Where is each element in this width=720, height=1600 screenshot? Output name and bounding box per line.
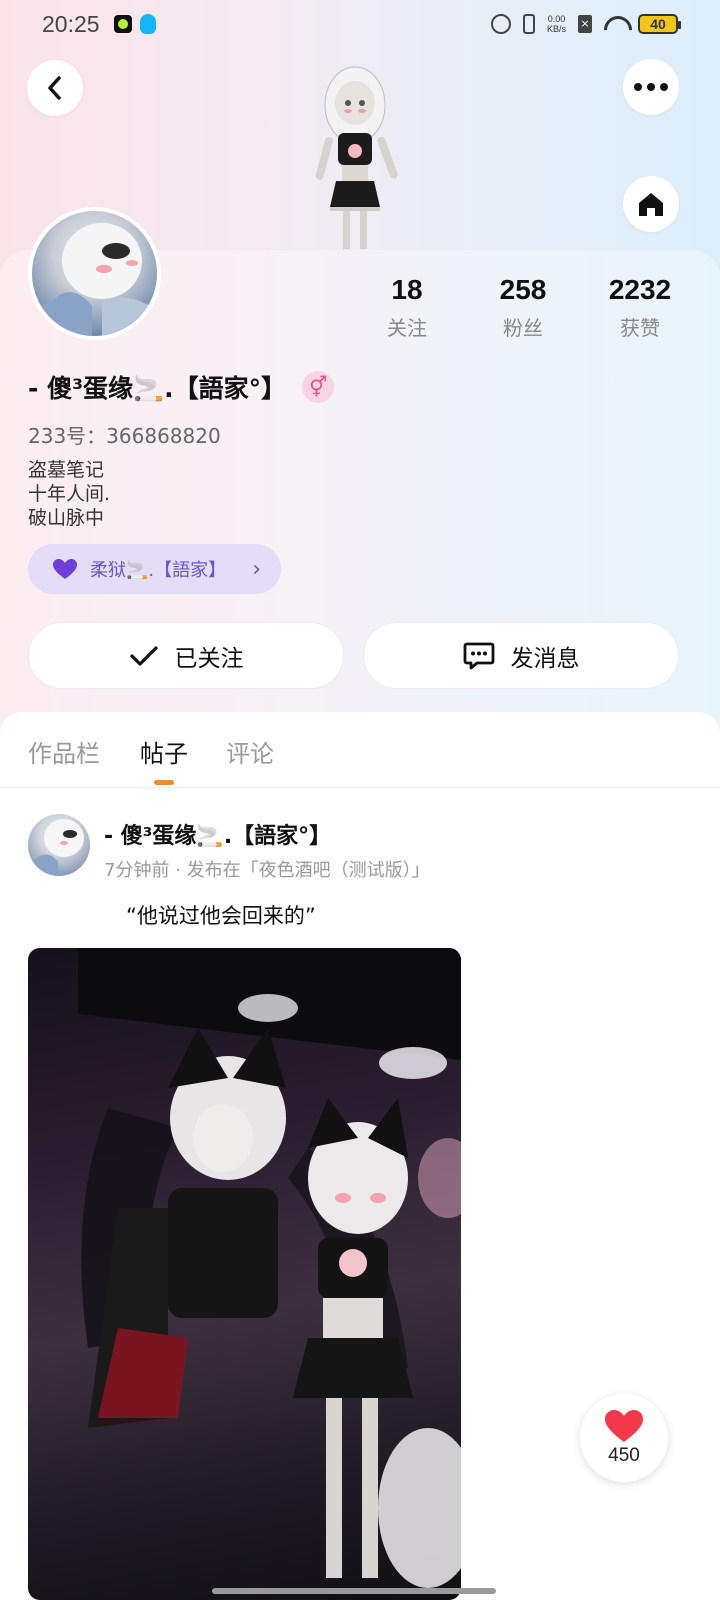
chevron-left-icon (48, 76, 61, 100)
post-artwork (78, 948, 461, 1588)
likes-received-stat[interactable]: 2232 获赞 (585, 274, 695, 341)
chevron-right-icon: › (252, 556, 261, 582)
like-count: 450 (608, 1445, 640, 1466)
app-notification-icon (113, 15, 132, 33)
network-speed: 0.00 KB/s (546, 14, 566, 34)
username-row: - 傻³蛋缘🚬.【語家°】 ⚥ (28, 369, 335, 405)
chat-bubble-icon (463, 641, 495, 671)
home-button[interactable] (623, 176, 679, 232)
username: - 傻³蛋缘🚬.【語家°】 (28, 374, 287, 403)
content-tabs: 作品栏 帖子 评论 (0, 712, 720, 788)
back-button[interactable] (27, 60, 83, 116)
club-name: 柔狱🚬.【語家】 (90, 560, 227, 581)
active-tab-indicator (154, 780, 174, 785)
status-bar: 20:25 0.00 KB/s × 40 (0, 0, 720, 48)
home-icon (639, 193, 663, 216)
status-time: 20:25 (42, 10, 100, 37)
avatar-image (32, 223, 157, 336)
post-text: “他说过他会回来的” (126, 904, 316, 928)
alarm-icon (490, 14, 511, 34)
more-dots-icon (634, 83, 668, 91)
post-meta: 7分钟前 · 发布在「夜色酒吧（测试版）」 (104, 860, 430, 881)
tab-posts[interactable]: 帖子 (140, 734, 188, 769)
gender-icon: ⚥ (302, 371, 335, 403)
tab-works[interactable]: 作品栏 (28, 734, 100, 769)
wifi-icon (604, 16, 626, 32)
no-sim-icon: × (578, 15, 592, 33)
tab-comments[interactable]: 评论 (226, 734, 274, 769)
vibrate-icon (522, 14, 535, 34)
followers-stat[interactable]: 258 粉丝 (468, 274, 578, 341)
battery-icon: 40 (638, 14, 681, 34)
profile-avatar[interactable] (28, 207, 161, 340)
following-stat[interactable]: 18 关注 (352, 274, 462, 341)
followed-button[interactable]: 已关注 (28, 622, 344, 689)
character-figure (315, 66, 398, 249)
club-badge-button[interactable]: 柔狱🚬.【語家】 › (28, 544, 281, 594)
gesture-home-indicator[interactable] (212, 1588, 496, 1594)
heart-icon (605, 1410, 643, 1442)
heart-badge-icon (53, 559, 77, 579)
checkmark-icon (129, 644, 159, 668)
like-button[interactable]: 450 (580, 1394, 668, 1482)
post-image[interactable] (28, 948, 461, 1600)
post-avatar-image (28, 819, 84, 876)
user-bio: 盗墓笔记 十年人间. 破山脉中 (28, 459, 111, 529)
post-author-avatar[interactable] (28, 814, 90, 876)
qq-notification-icon (139, 14, 156, 34)
send-message-button[interactable]: 发消息 (363, 622, 679, 689)
post-author-name[interactable]: - 傻³蛋缘🚬.【語家°】 (104, 818, 331, 850)
user-id: 233号：366868820 (28, 424, 221, 448)
more-options-button[interactable] (623, 59, 679, 115)
